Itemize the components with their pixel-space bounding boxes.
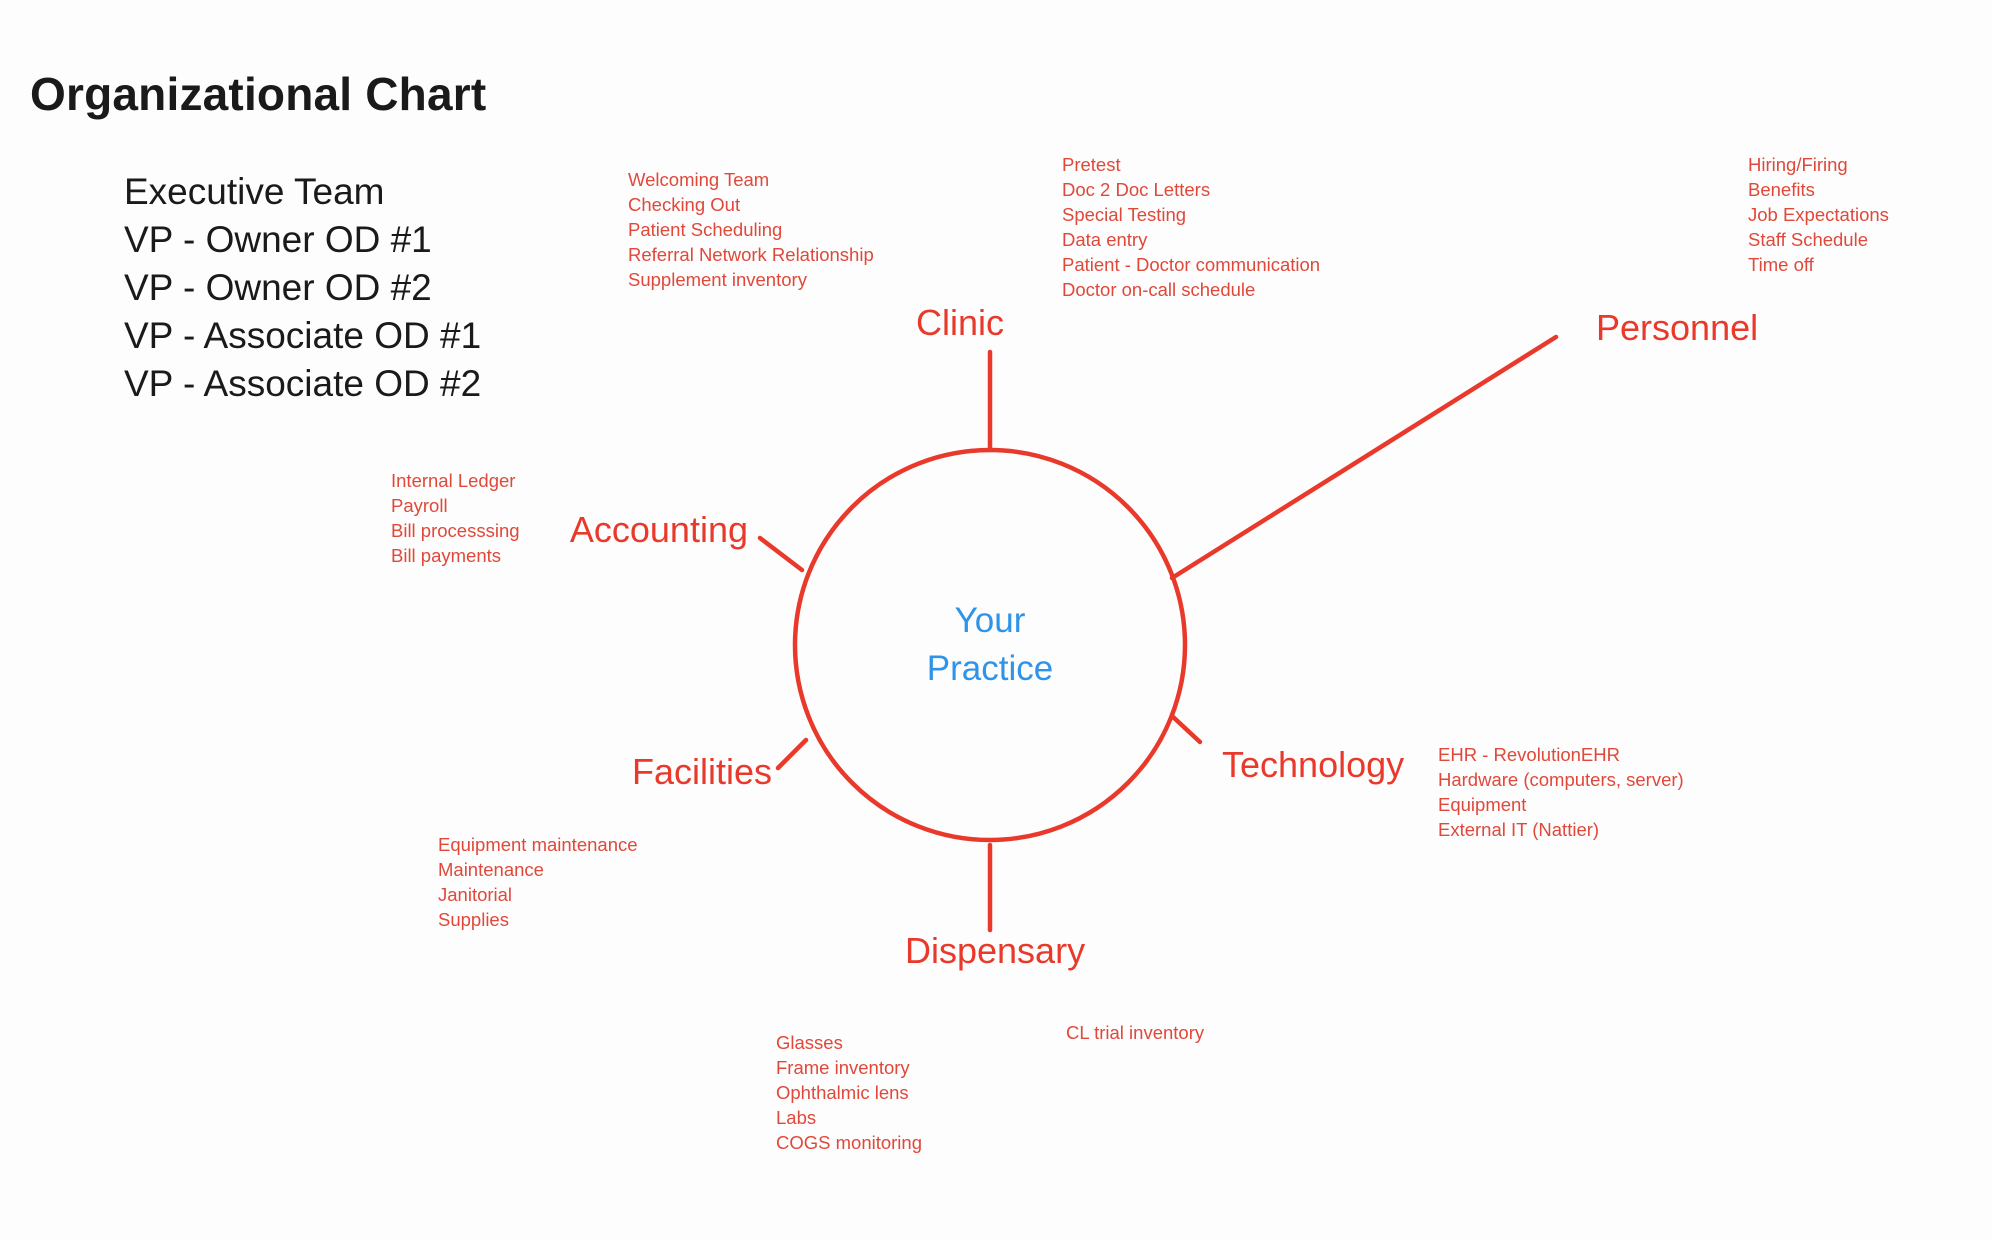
detail-list-dispensary-secondary: CL trial inventory <box>1066 1020 1204 1045</box>
detail-item: Bill payments <box>391 545 502 566</box>
detail-item: Supplement inventory <box>628 269 807 290</box>
detail-list-clinic: Welcoming Team Checking Out Patient Sche… <box>628 167 874 292</box>
detail-item: Pretest <box>1062 154 1121 175</box>
detail-item: Patient - Doctor communication <box>1062 254 1321 275</box>
detail-item: Job Expectations <box>1748 204 1889 225</box>
detail-item: Maintenance <box>438 859 544 880</box>
detail-item: Equipment <box>1438 794 1527 815</box>
detail-item: Staff Schedule <box>1748 229 1868 250</box>
detail-item: Welcoming Team <box>628 169 770 190</box>
detail-item: Checking Out <box>628 194 741 215</box>
branch-label-accounting[interactable]: Accounting <box>570 512 748 548</box>
branch-label-facilities[interactable]: Facilities <box>632 754 772 790</box>
detail-item: COGS monitoring <box>776 1132 922 1153</box>
connector-technology <box>1169 713 1203 745</box>
detail-item: Glasses <box>776 1032 843 1053</box>
detail-list-personnel: Hiring/Firing Benefits Job Expectations … <box>1748 152 1889 277</box>
detail-item: External IT (Nattier) <box>1438 819 1600 840</box>
detail-item: Doctor on-call schedule <box>1062 279 1256 300</box>
branch-label-technology[interactable]: Technology <box>1222 747 1404 783</box>
connector-personnel <box>1169 334 1559 581</box>
hub-label-line-2: Practice <box>926 649 1054 688</box>
detail-item: Ophthalmic lens <box>776 1082 909 1103</box>
detail-item: Internal Ledger <box>391 470 516 491</box>
detail-list-clinic-secondary: Pretest Doc 2 Doc Letters Special Testin… <box>1062 152 1320 302</box>
detail-list-facilities: Equipment maintenance Maintenance Janito… <box>438 832 638 932</box>
detail-item: Bill processsing <box>391 520 520 541</box>
connector-facilities <box>775 737 809 771</box>
detail-item: Hiring/Firing <box>1748 154 1848 175</box>
detail-item: Hardware (computers, server) <box>1438 769 1684 790</box>
branch-label-dispensary[interactable]: Dispensary <box>905 933 1085 969</box>
detail-item: Benefits <box>1748 179 1815 200</box>
detail-item: Payroll <box>391 495 448 516</box>
detail-item: Supplies <box>438 909 509 930</box>
detail-item: Frame inventory <box>776 1057 910 1078</box>
detail-item: Doc 2 Doc Letters <box>1062 179 1211 200</box>
detail-item: Equipment maintenance <box>438 834 638 855</box>
branch-label-clinic[interactable]: Clinic <box>916 305 1004 341</box>
connector-accounting <box>757 535 805 573</box>
detail-item: EHR - RevolutionEHR <box>1438 744 1620 765</box>
branch-label-personnel[interactable]: Personnel <box>1596 310 1758 346</box>
detail-list-accounting: Internal Ledger Payroll Bill processsing… <box>391 468 520 568</box>
detail-item: Janitorial <box>438 884 513 905</box>
detail-list-dispensary: Glasses Frame inventory Ophthalmic lens … <box>776 1030 922 1155</box>
detail-item: CL trial inventory <box>1066 1022 1205 1043</box>
detail-item: Time off <box>1748 254 1814 275</box>
practice-hub-label: Your Practice <box>927 597 1053 693</box>
detail-list-technology: EHR - RevolutionEHR Hardware (computers,… <box>1438 742 1684 842</box>
detail-item: Patient Scheduling <box>628 219 783 240</box>
detail-item: Labs <box>776 1107 817 1128</box>
hub-label-line-1: Your <box>954 601 1026 640</box>
organizational-chart-canvas: Organizational Chart Executive Team VP -… <box>0 0 1992 1240</box>
detail-item: Special Testing <box>1062 204 1187 225</box>
detail-item: Referral Network Relationship <box>628 244 874 265</box>
detail-item: Data entry <box>1062 229 1148 250</box>
